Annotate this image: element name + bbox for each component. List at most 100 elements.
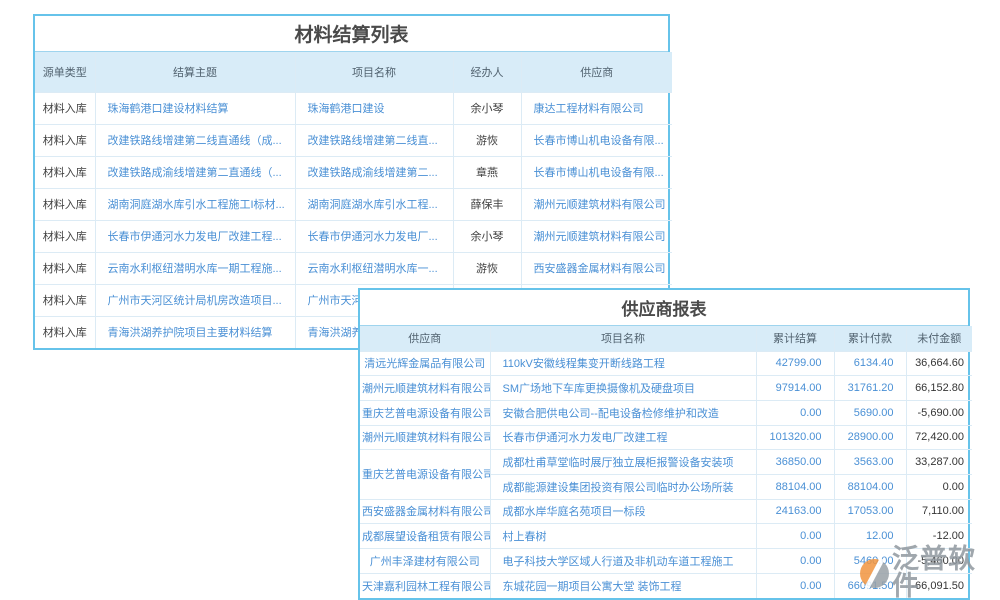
cell-project-link[interactable]: 湖南洞庭湖水库引水工程... <box>295 188 453 220</box>
cell-handler: 章燕 <box>453 156 521 188</box>
cell-paid-amount[interactable]: 28900.00 <box>834 425 906 450</box>
cell-supplier-link[interactable]: 长春市博山机电设备有限... <box>521 124 672 156</box>
cell-source-type: 材料入库 <box>35 92 95 124</box>
cell-paid-amount[interactable]: 17053.00 <box>834 499 906 524</box>
cell-unpaid-amount: 0.00 <box>906 474 972 499</box>
settlement-header-row: 源单类型 结算主题 项目名称 经办人 供应商 <box>35 52 672 92</box>
material-settlement-title: 材料结算列表 <box>35 16 668 52</box>
table-row: 西安盛器金属材料有限公司 成都水岸华庭名苑项目一标段 24163.00 1705… <box>360 499 972 524</box>
cell-supplier-link[interactable]: 重庆艺普电源设备有限公司 <box>360 400 490 425</box>
cell-project-link[interactable]: 电子科技大学区域人行道及非机动车道工程施工 <box>490 549 756 574</box>
cell-settled-amount[interactable]: 42799.00 <box>756 351 834 376</box>
cell-subject-link[interactable]: 青海洪湖养护院项目主要材料结算 <box>95 316 295 348</box>
cell-source-type: 材料入库 <box>35 220 95 252</box>
cell-project-link[interactable]: 东城花园一期项目公寓大堂 装饰工程 <box>490 573 756 598</box>
cell-supplier-link[interactable]: 潮州元顺建筑材料有限公司 <box>360 425 490 450</box>
cell-project-link[interactable]: 云南水利枢纽潜明水库一... <box>295 252 453 284</box>
col-header-paid: 累计付款 <box>834 326 906 351</box>
supplier-header-row: 供应商 项目名称 累计结算 累计付款 未付金额 <box>360 326 972 351</box>
supplier-report-title: 供应商报表 <box>360 290 968 326</box>
cell-settled-amount[interactable]: 0.00 <box>756 400 834 425</box>
cell-subject-link[interactable]: 改建铁路成渝线增建第二直通线（... <box>95 156 295 188</box>
cell-supplier-link[interactable]: 西安盛器金属材料有限公司 <box>360 499 490 524</box>
cell-supplier-link[interactable]: 康达工程材料有限公司 <box>521 92 672 124</box>
cell-unpaid-amount: 7,110.00 <box>906 499 972 524</box>
cell-source-type: 材料入库 <box>35 316 95 348</box>
cell-handler: 余小琴 <box>453 220 521 252</box>
cell-subject-link[interactable]: 改建铁路线增建第二线直通线（成... <box>95 124 295 156</box>
cell-source-type: 材料入库 <box>35 188 95 220</box>
cell-handler: 游恢 <box>453 252 521 284</box>
cell-paid-amount[interactable]: 88104.00 <box>834 474 906 499</box>
cell-paid-amount[interactable]: 31761.20 <box>834 376 906 401</box>
table-row: 材料入库 改建铁路线增建第二线直通线（成... 改建铁路线增建第二线直... 游… <box>35 124 672 156</box>
cell-subject-link[interactable]: 云南水利枢纽潜明水库一期工程施... <box>95 252 295 284</box>
cell-subject-link[interactable]: 珠海鹤港口建设材料结算 <box>95 92 295 124</box>
col-header-source-type: 源单类型 <box>35 52 95 92</box>
cell-subject-link[interactable]: 广州市天河区统计局机房改造项目... <box>95 284 295 316</box>
cell-settled-amount[interactable]: 36850.00 <box>756 450 834 475</box>
cell-supplier-link[interactable]: 清远光辉金属品有限公司 <box>360 351 490 376</box>
cell-unpaid-amount: -5,690.00 <box>906 400 972 425</box>
cell-subject-link[interactable]: 长春市伊通河水力发电厂改建工程... <box>95 220 295 252</box>
cell-handler: 薛保丰 <box>453 188 521 220</box>
col-header-supplier: 供应商 <box>521 52 672 92</box>
cell-project-link[interactable]: SM广场地下车库更换摄像机及硬盘项目 <box>490 376 756 401</box>
cell-project-link[interactable]: 成都杜甫草堂临时展厅独立展柜报警设备安装项 <box>490 450 756 475</box>
col-header-subject: 结算主题 <box>95 52 295 92</box>
cell-unpaid-amount: 72,420.00 <box>906 425 972 450</box>
cell-project-link[interactable]: 村上春树 <box>490 524 756 549</box>
cell-unpaid-amount: -12.00 <box>906 524 972 549</box>
cell-paid-amount[interactable]: 5690.00 <box>834 400 906 425</box>
cell-source-type: 材料入库 <box>35 284 95 316</box>
cell-settled-amount[interactable]: 0.00 <box>756 549 834 574</box>
table-row: 重庆艺普电源设备有限公司 成都杜甫草堂临时展厅独立展柜报警设备安装项 36850… <box>360 450 972 475</box>
cell-settled-amount[interactable]: 0.00 <box>756 524 834 549</box>
cell-project-link[interactable]: 改建铁路线增建第二线直... <box>295 124 453 156</box>
cell-source-type: 材料入库 <box>35 252 95 284</box>
cell-project-link[interactable]: 改建铁路成渝线增建第二... <box>295 156 453 188</box>
cell-settled-amount[interactable]: 24163.00 <box>756 499 834 524</box>
cell-source-type: 材料入库 <box>35 156 95 188</box>
cell-project-link[interactable]: 长春市伊通河水力发电厂改建工程 <box>490 425 756 450</box>
cell-project-link[interactable]: 成都水岸华庭名苑项目一标段 <box>490 499 756 524</box>
cell-settled-amount[interactable]: 97914.00 <box>756 376 834 401</box>
cell-settled-amount[interactable]: 101320.00 <box>756 425 834 450</box>
cell-project-link[interactable]: 110kV安徽线程集变开断线路工程 <box>490 351 756 376</box>
cell-supplier-link[interactable]: 潮州元顺建筑材料有限公司 <box>360 376 490 401</box>
cell-paid-amount[interactable]: 66091.50 <box>834 573 906 598</box>
cell-supplier-link[interactable]: 重庆艺普电源设备有限公司 <box>360 450 490 499</box>
cell-paid-amount[interactable]: 6134.40 <box>834 351 906 376</box>
cell-handler: 游恢 <box>453 124 521 156</box>
col-header-handler: 经办人 <box>453 52 521 92</box>
cell-project-link[interactable]: 成都能源建设集团投资有限公司临时办公场所装 <box>490 474 756 499</box>
cell-supplier-link[interactable]: 长春市博山机电设备有限... <box>521 156 672 188</box>
cell-source-type: 材料入库 <box>35 124 95 156</box>
cell-supplier-link[interactable]: 成都展望设备租赁有限公司 <box>360 524 490 549</box>
table-row: 材料入库 长春市伊通河水力发电厂改建工程... 长春市伊通河水力发电厂... 余… <box>35 220 672 252</box>
table-row: 清远光辉金属品有限公司 110kV安徽线程集变开断线路工程 42799.00 6… <box>360 351 972 376</box>
cell-project-link[interactable]: 长春市伊通河水力发电厂... <box>295 220 453 252</box>
cell-paid-amount[interactable]: 5460.00 <box>834 549 906 574</box>
cell-project-link[interactable]: 安徽合肥供电公司--配电设备检修维护和改造 <box>490 400 756 425</box>
cell-paid-amount[interactable]: 12.00 <box>834 524 906 549</box>
cell-paid-amount[interactable]: 3563.00 <box>834 450 906 475</box>
col-header-project: 项目名称 <box>490 326 756 351</box>
cell-supplier-link[interactable]: 西安盛器金属材料有限公司 <box>521 252 672 284</box>
cell-subject-link[interactable]: 湖南洞庭湖水库引水工程施工I标材... <box>95 188 295 220</box>
table-row: 材料入库 湖南洞庭湖水库引水工程施工I标材... 湖南洞庭湖水库引水工程... … <box>35 188 672 220</box>
cell-supplier-link[interactable]: 广州丰泽建材有限公司 <box>360 549 490 574</box>
cell-project-link[interactable]: 珠海鹤港口建设 <box>295 92 453 124</box>
cell-settled-amount[interactable]: 0.00 <box>756 573 834 598</box>
cell-unpaid-amount: -5,460.00 <box>906 549 972 574</box>
cell-settled-amount[interactable]: 88104.00 <box>756 474 834 499</box>
col-header-project: 项目名称 <box>295 52 453 92</box>
cell-supplier-link[interactable]: 潮州元顺建筑材料有限公司 <box>521 220 672 252</box>
cell-supplier-link[interactable]: 潮州元顺建筑材料有限公司 <box>521 188 672 220</box>
table-row: 广州丰泽建材有限公司 电子科技大学区域人行道及非机动车道工程施工 0.00 54… <box>360 549 972 574</box>
cell-unpaid-amount: 66,152.80 <box>906 376 972 401</box>
supplier-report-table: 供应商 项目名称 累计结算 累计付款 未付金额 清远光辉金属品有限公司 110k… <box>360 326 972 598</box>
cell-supplier-link[interactable]: 天津嘉利园林工程有限公司 <box>360 573 490 598</box>
col-header-settled: 累计结算 <box>756 326 834 351</box>
cell-unpaid-amount: 33,287.00 <box>906 450 972 475</box>
